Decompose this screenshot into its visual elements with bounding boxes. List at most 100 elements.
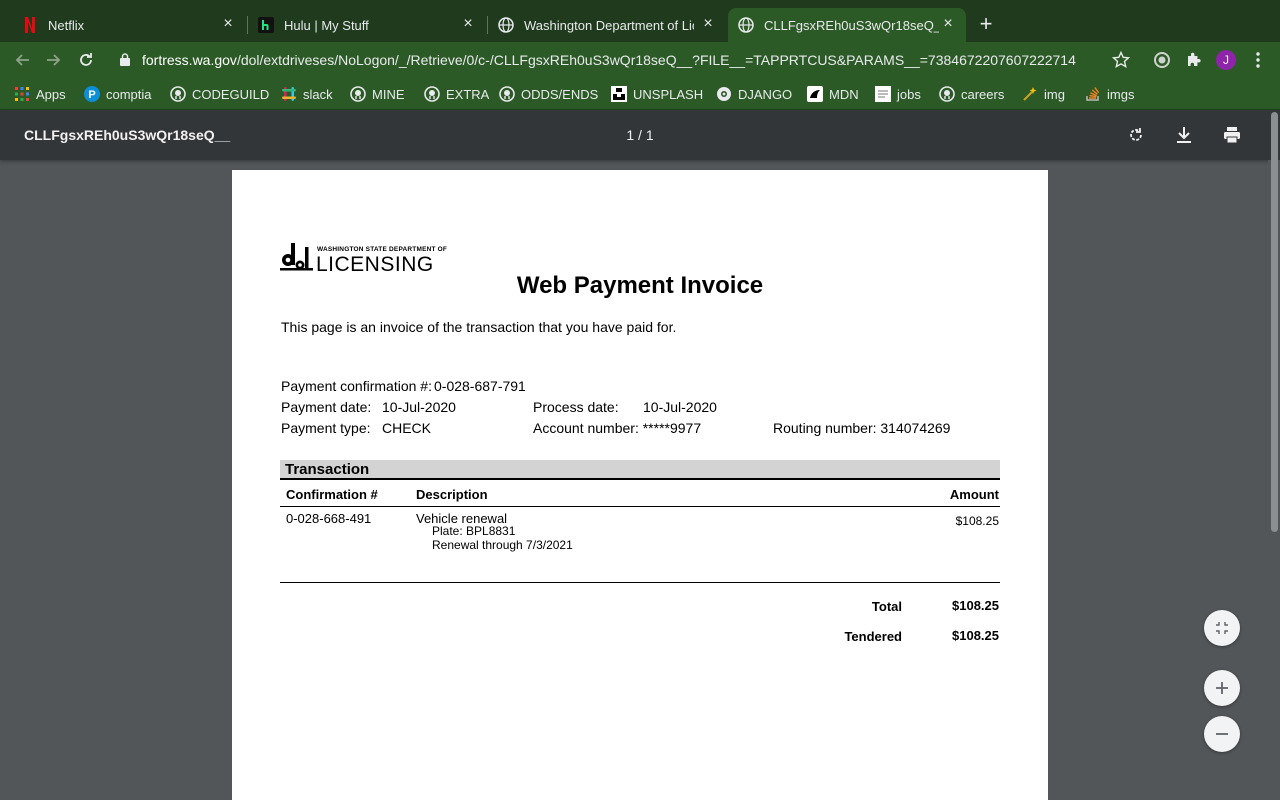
apps-grid-icon [14, 86, 30, 102]
tab-wa-dol[interactable]: Washington Department of Lic × [488, 8, 726, 42]
bookmark-label: DJANGO [738, 86, 793, 102]
payment-date-value: 10-Jul-2020 [382, 399, 456, 415]
bookmark-unsplash[interactable]: UNSPLASH [611, 84, 703, 104]
logo-subtitle: WASHINGTON STATE DEPARTMENT OF [317, 246, 448, 253]
bookmark-mdn[interactable]: MDN [807, 84, 859, 104]
zoom-out-button[interactable] [1204, 716, 1240, 752]
close-tab-icon[interactable]: × [220, 16, 236, 32]
new-tab-icon[interactable]: + [976, 13, 996, 35]
bookmark-codeguild[interactable]: CODEGUILD [170, 84, 269, 104]
invoice-title: Web Payment Invoice [516, 272, 764, 299]
close-tab-icon[interactable]: × [460, 16, 476, 32]
bookmark-label: MDN [829, 86, 859, 102]
transaction-section-header: Transaction [280, 460, 1000, 480]
minus-icon [1216, 733, 1228, 735]
tendered-value: $108.25 [952, 628, 999, 643]
scrollbar-thumb[interactable] [1271, 112, 1278, 532]
url-host: fortress.wa.gov [142, 52, 237, 68]
bookmark-label: CODEGUILD [192, 86, 270, 102]
netflix-icon [22, 17, 38, 33]
bookmark-label: MINE [372, 86, 405, 102]
bookmark-jobs[interactable]: jobs [875, 84, 921, 104]
bookmark-careers[interactable]: careers [939, 84, 1004, 104]
line-item-plate: Plate: BPL8831 [432, 524, 516, 538]
payment-confirmation-value: 0-028-687-791 [434, 378, 526, 394]
tab-title: Washington Department of Lic [524, 17, 694, 33]
rotate-icon[interactable] [1125, 124, 1147, 146]
github-icon [350, 86, 366, 102]
pdf-page: WASHINGTON STATE DEPARTMENT OF LICENSING… [232, 170, 1048, 800]
menu-kebab-icon[interactable] [1248, 50, 1268, 70]
payment-date-label: Payment date: [281, 399, 372, 415]
bookmarks-bar: Apps P comptia CODEGUILD slack MINE EXTR… [0, 78, 1280, 110]
download-icon[interactable] [1173, 124, 1195, 146]
bookmark-extra[interactable]: EXTRA [424, 84, 489, 104]
column-header-confirmation: Confirmation # [286, 487, 378, 502]
bookmark-label: imgs [1107, 86, 1135, 102]
stackoverflow-icon [1085, 86, 1101, 102]
mdn-icon [807, 86, 823, 102]
tab-title: Netflix [48, 17, 85, 33]
process-date-value: 10-Jul-2020 [643, 399, 717, 415]
hulu-icon [258, 17, 274, 33]
tab-invoice-pdf[interactable]: CLLFgsxREh0uS3wQr18seQ__ × [728, 8, 966, 42]
payment-type-label: Payment type: [281, 420, 371, 436]
forward-icon[interactable] [44, 50, 64, 70]
bookmark-label: EXTRA [446, 86, 490, 102]
wand-icon [1022, 86, 1038, 102]
back-icon[interactable] [12, 50, 32, 70]
browser-toolbar: fortress.wa.gov/dol/extdriveses/NoLogon/… [0, 42, 1280, 78]
account-number: Account number: *****9977 [533, 420, 702, 436]
bookmark-apps[interactable]: Apps [14, 84, 66, 104]
github-icon [424, 86, 440, 102]
totals-divider [280, 582, 1000, 583]
profile-avatar[interactable]: J [1216, 50, 1236, 70]
plus-icon [1216, 682, 1228, 694]
pdf-page-indicator: 1 / 1 [626, 127, 654, 143]
bookmark-mine[interactable]: MINE [350, 84, 405, 104]
bookmark-django[interactable]: DJANGO [716, 84, 792, 104]
bookmark-label: slack [303, 86, 333, 102]
github-icon [499, 86, 515, 102]
bookmark-slack[interactable]: slack [281, 84, 333, 104]
payment-confirmation-label: Payment confirmation #: [281, 378, 432, 394]
github-icon [170, 86, 186, 102]
avatar-initial: J [1216, 50, 1236, 70]
tab-hulu[interactable]: Hulu | My Stuff × [248, 8, 486, 42]
close-tab-icon[interactable]: × [700, 16, 716, 32]
pdf-viewer-toolbar: CLLFgsxREh0uS3wQr18seQ__ 1 / 1 [0, 110, 1280, 160]
bookmark-label: UNSPLASH [633, 86, 704, 102]
svg-text:P: P [88, 89, 95, 101]
reload-icon[interactable] [76, 50, 96, 70]
tab-strip: Netflix × Hulu | My Stuff × Washington D… [0, 0, 1280, 42]
routing-number: Routing number: 314074269 [773, 420, 951, 436]
zoom-in-button[interactable] [1204, 670, 1240, 706]
tab-netflix[interactable]: Netflix × [8, 8, 246, 42]
address-bar[interactable]: fortress.wa.gov/dol/extdriveses/NoLogon/… [108, 46, 1142, 74]
bookmark-label: Apps [36, 86, 66, 102]
bookmark-odds-ends[interactable]: ODDS/ENDS [499, 84, 598, 104]
payment-type-value: CHECK [382, 420, 432, 436]
bookmark-star-icon[interactable] [1111, 50, 1131, 74]
bookmark-comptia[interactable]: P comptia [84, 84, 152, 104]
slack-icon [281, 86, 297, 102]
print-icon[interactable] [1221, 124, 1243, 146]
github-icon [939, 86, 955, 102]
extensions-puzzle-icon[interactable] [1184, 50, 1204, 70]
tendered-label: Tendered [844, 629, 902, 644]
bookmark-imgs[interactable]: imgs [1085, 84, 1134, 104]
dol-logo-mark [280, 243, 313, 271]
process-date-label: Process date: [533, 399, 619, 415]
page-icon [875, 86, 891, 102]
fit-page-button[interactable] [1204, 610, 1240, 646]
line-item-renewal: Renewal through 7/3/2021 [432, 538, 573, 552]
bookmark-img[interactable]: img [1022, 84, 1065, 104]
bookmark-label: comptia [106, 86, 152, 102]
invoice-intro: This page is an invoice of the transacti… [281, 319, 677, 335]
extension-circle-icon[interactable] [1152, 50, 1172, 70]
column-header-description: Description [416, 487, 488, 502]
globe-icon [738, 17, 754, 33]
globe-icon [498, 17, 514, 33]
close-tab-icon[interactable]: × [940, 16, 956, 32]
bookmark-label: careers [961, 86, 1005, 102]
